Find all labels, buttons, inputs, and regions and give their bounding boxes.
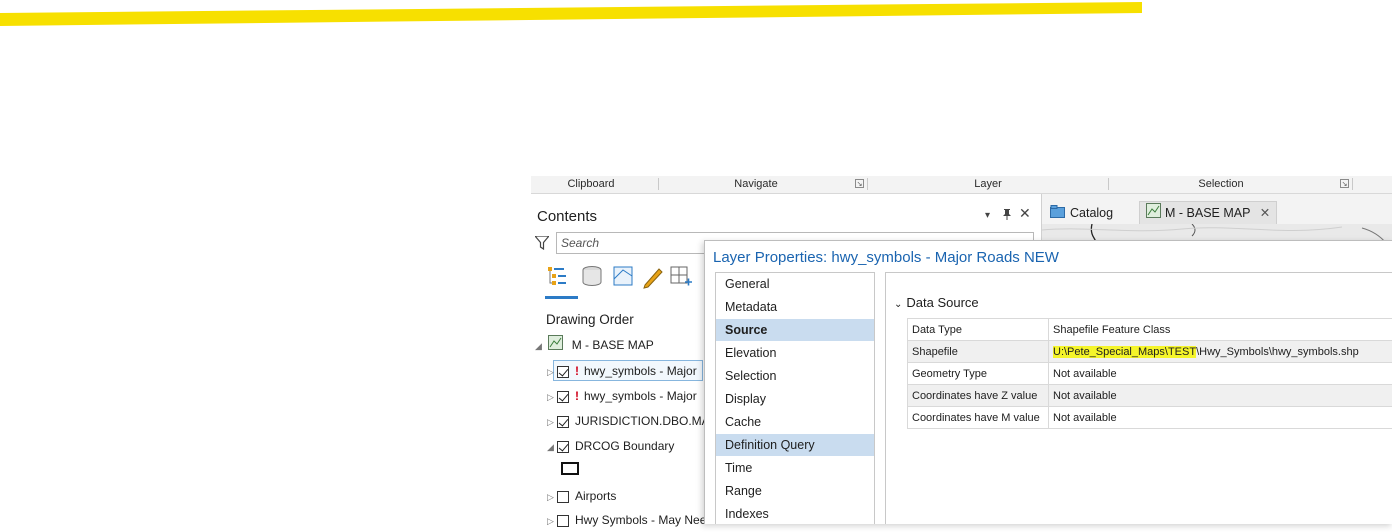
- collapse-arrow-icon[interactable]: ◢: [535, 335, 545, 357]
- pane-options-chevron-icon[interactable]: ▾: [985, 210, 990, 221]
- close-tab-icon[interactable]: ✕: [1260, 206, 1270, 220]
- layer-visibility-checkbox[interactable]: [557, 515, 569, 527]
- layer-visibility-checkbox[interactable]: [557, 441, 569, 453]
- tree-row-layer[interactable]: ▷! hwy_symbols - Major: [547, 385, 697, 407]
- table-row: Coordinates have Z value Not available: [908, 385, 1392, 407]
- map-name-label: M - BASE MAP: [572, 338, 654, 352]
- data-source-section-header[interactable]: ⌄ Data Source: [894, 295, 979, 310]
- broken-source-warning-icon: !: [575, 364, 579, 378]
- expand-arrow-icon[interactable]: ▷: [547, 510, 557, 532]
- table-row: Data Type Shapefile Feature Class: [908, 319, 1392, 341]
- expand-arrow-icon[interactable]: ▷: [547, 411, 557, 433]
- collapse-arrow-icon[interactable]: ◢: [547, 436, 557, 458]
- yellow-marker-annotation: [0, 0, 1392, 30]
- layer-properties-dialog: Layer Properties: hwy_symbols - Major Ro…: [704, 240, 1392, 524]
- expand-arrow-icon[interactable]: ▷: [547, 486, 557, 508]
- contents-view-toolbar: [545, 264, 715, 295]
- layer-label: JURISDICTION.DBO.MAS: [575, 414, 718, 428]
- layer-label: hwy_symbols - Major: [584, 389, 697, 403]
- list-by-data-source-icon[interactable]: [583, 267, 601, 286]
- nav-item-selection[interactable]: Selection: [716, 365, 874, 387]
- tab-catalog-label: Catalog: [1070, 206, 1113, 220]
- map-icon: [548, 335, 563, 357]
- catalog-icon: [1050, 203, 1065, 225]
- table-row: Coordinates have M value Not available: [908, 407, 1392, 429]
- navigate-launcher-icon[interactable]: ↘: [855, 179, 864, 188]
- layer-visibility-checkbox[interactable]: [557, 391, 569, 403]
- pin-icon[interactable]: [1003, 209, 1011, 223]
- nav-item-display[interactable]: Display: [716, 388, 874, 410]
- layer-label: hwy_symbols - Major: [584, 364, 697, 378]
- view-tab-bar: Catalog M - BASE MAP ✕: [1042, 194, 1392, 224]
- drawing-order-heading: Drawing Order: [546, 312, 634, 327]
- tree-row-layer[interactable]: ◢ DRCOG Boundary: [547, 435, 674, 457]
- nav-item-indexes[interactable]: Indexes: [716, 503, 874, 525]
- list-by-selection-icon[interactable]: [614, 267, 632, 285]
- boundary-symbol-swatch: [561, 462, 579, 475]
- layer-visibility-checkbox[interactable]: [557, 491, 569, 503]
- table-row: Geometry Type Not available: [908, 363, 1392, 385]
- tree-row-layer[interactable]: ▷ Hwy Symbols - May Nee: [547, 509, 706, 531]
- property-key: Coordinates have Z value: [908, 385, 1049, 407]
- nav-item-range[interactable]: Range: [716, 480, 874, 502]
- active-view-indicator: [545, 296, 578, 299]
- nav-item-metadata[interactable]: Metadata: [716, 296, 874, 318]
- tree-row-map[interactable]: ◢ M - BASE MAP: [535, 334, 654, 356]
- selection-launcher-icon[interactable]: ↘: [1340, 179, 1349, 188]
- dialog-title: Layer Properties: hwy_symbols - Major Ro…: [713, 249, 1059, 266]
- layer-label: Hwy Symbols - May Nee: [575, 513, 706, 527]
- nav-item-definition-query[interactable]: Definition Query: [716, 434, 874, 456]
- property-key: Shapefile: [908, 341, 1049, 363]
- ribbon-group-clipboard: Clipboard: [561, 178, 621, 190]
- tree-row-layer[interactable]: ▷ JURISDICTION.DBO.MAS: [547, 410, 718, 432]
- property-value: Not available: [1049, 407, 1392, 429]
- nav-item-general[interactable]: General: [716, 273, 874, 295]
- nav-item-time[interactable]: Time: [716, 457, 874, 479]
- property-key: Geometry Type: [908, 363, 1049, 385]
- filter-icon[interactable]: [535, 236, 549, 255]
- list-by-editing-icon[interactable]: [644, 269, 662, 288]
- layer-visibility-checkbox[interactable]: [557, 416, 569, 428]
- property-key: Data Type: [908, 319, 1049, 341]
- tab-catalog[interactable]: Catalog: [1050, 202, 1113, 224]
- layer-label: Airports: [575, 489, 616, 503]
- layer-visibility-checkbox[interactable]: [557, 366, 569, 378]
- property-value: U:\Pete_Special_Maps\TEST\Hwy_Symbols\hw…: [1049, 341, 1392, 363]
- ribbon-group-navigate: Navigate: [726, 178, 786, 190]
- tree-row-layer[interactable]: ▷ Airports: [547, 485, 616, 507]
- expand-arrow-icon[interactable]: ▷: [547, 386, 557, 408]
- tab-map[interactable]: M - BASE MAP ✕: [1139, 201, 1277, 224]
- property-value: Shapefile Feature Class: [1049, 319, 1392, 341]
- tree-row-layer[interactable]: ▷! hwy_symbols - Major: [547, 360, 697, 382]
- property-key: Coordinates have M value: [908, 407, 1049, 429]
- list-by-drawing-order-icon[interactable]: [548, 267, 566, 285]
- chevron-down-icon: ⌄: [894, 299, 902, 310]
- expand-arrow-icon[interactable]: ▷: [547, 361, 557, 383]
- close-icon[interactable]: ✕: [1019, 205, 1031, 222]
- layer-label: DRCOG Boundary: [575, 439, 674, 453]
- nav-item-cache[interactable]: Cache: [716, 411, 874, 433]
- property-value: Not available: [1049, 385, 1392, 407]
- ribbon-group-bar: Clipboard Navigate ↘ Layer Selection ↘: [531, 176, 1392, 194]
- map-icon: [1146, 203, 1161, 225]
- ribbon-group-layer: Layer: [968, 178, 1008, 190]
- contents-title: Contents: [537, 208, 597, 225]
- table-row: Shapefile U:\Pete_Special_Maps\TEST\Hwy_…: [908, 341, 1392, 363]
- data-source-title: Data Source: [906, 295, 978, 310]
- path-remainder: \Hwy_Symbols\hwy_symbols.shp: [1196, 346, 1359, 358]
- broken-source-warning-icon: !: [575, 389, 579, 403]
- list-by-snapping-icon[interactable]: [671, 267, 692, 286]
- tab-map-label: M - BASE MAP: [1165, 206, 1250, 220]
- property-value: Not available: [1049, 363, 1392, 385]
- data-source-table: Data Type Shapefile Feature Class Shapef…: [907, 318, 1392, 429]
- nav-item-elevation[interactable]: Elevation: [716, 342, 874, 364]
- properties-nav-list: General Metadata Source Elevation Select…: [715, 272, 875, 524]
- source-panel: ⌄ Data Source Data Type Shapefile Feature…: [885, 272, 1392, 524]
- highlighted-path: U:\Pete_Special_Maps\TEST: [1053, 346, 1196, 358]
- nav-item-source[interactable]: Source: [716, 319, 874, 341]
- ribbon-group-selection: Selection: [1191, 178, 1251, 190]
